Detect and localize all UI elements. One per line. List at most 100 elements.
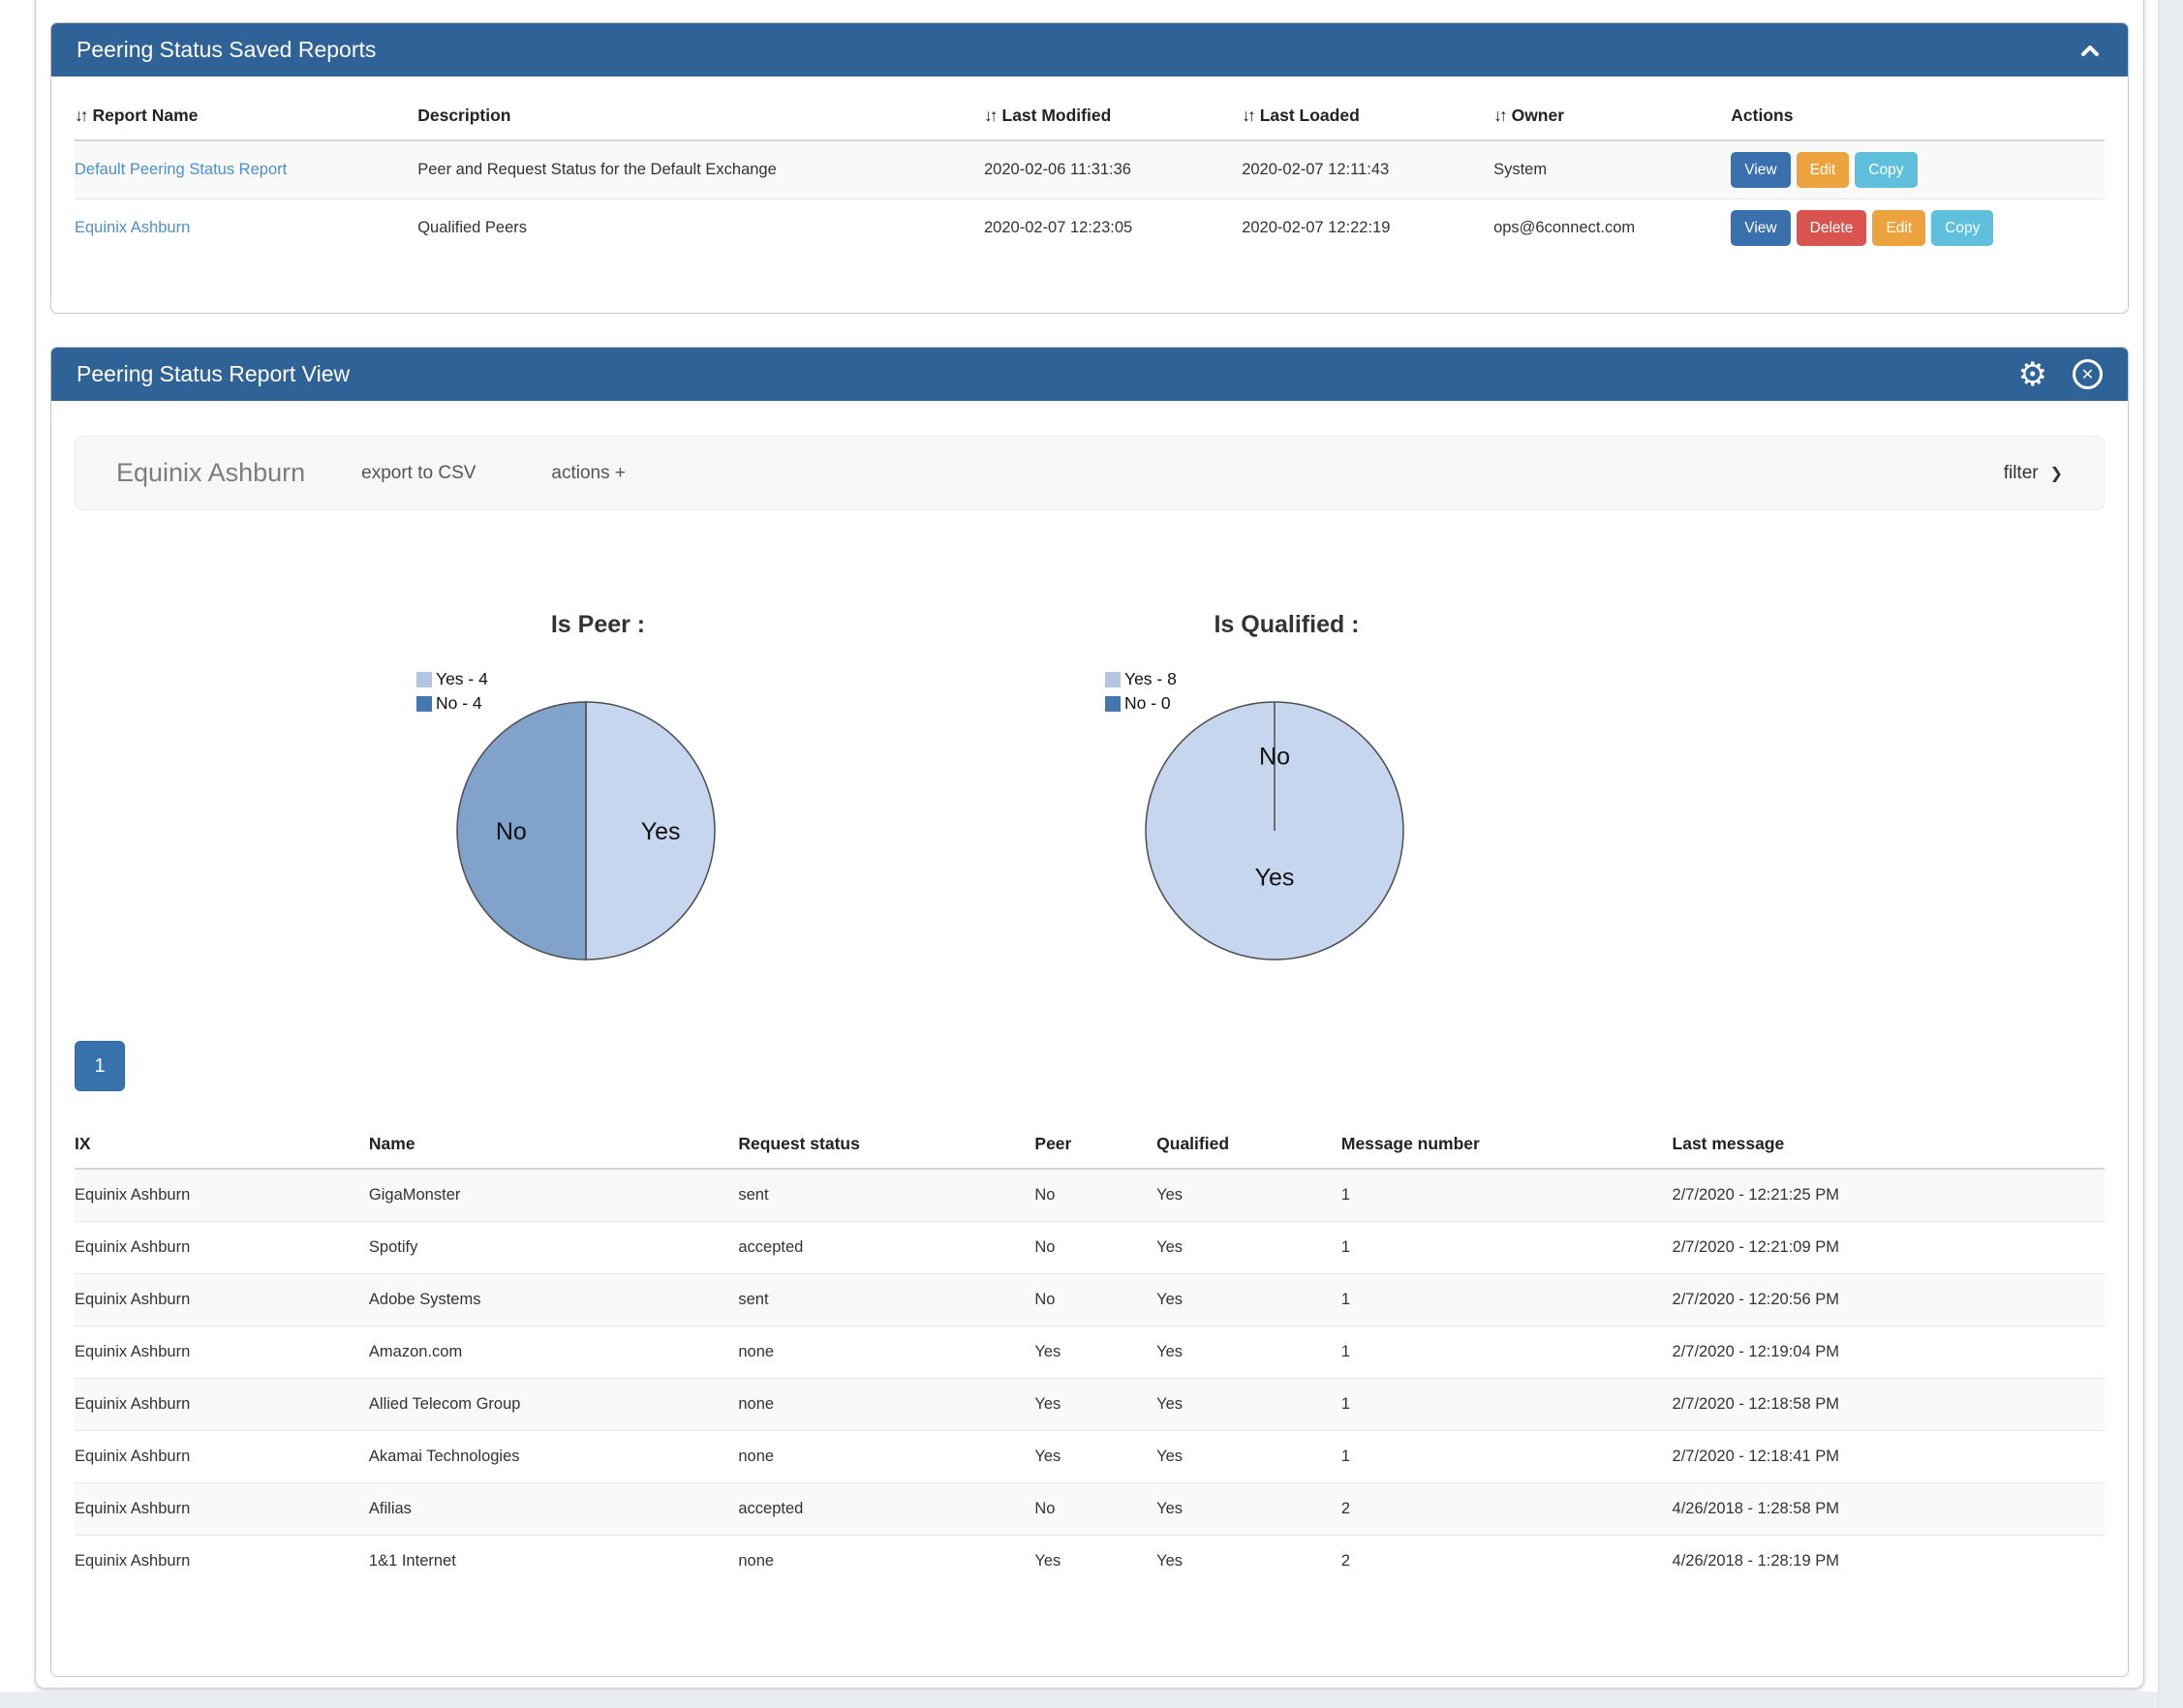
export-csv-link[interactable]: export to CSV (361, 463, 476, 484)
view-button[interactable]: View (1731, 210, 1790, 246)
page-1-button[interactable]: 1 (75, 1041, 125, 1091)
legend-swatch (416, 672, 432, 687)
copy-button[interactable]: Copy (1855, 152, 1917, 188)
qualified-cell: Yes (1156, 1535, 1341, 1587)
pie-slice-label-yes: Yes (1255, 865, 1295, 892)
sort-icon[interactable]: ↓↑ (984, 106, 996, 125)
report-view-header-icons: ⚙ ✕ (2018, 358, 2103, 391)
qualified-cell: Yes (1156, 1430, 1341, 1482)
name-cell: GigaMonster (369, 1169, 738, 1221)
column-label: Last Modified (1002, 106, 1112, 125)
message-number-cell: 1 (1341, 1326, 1673, 1378)
column-label: IX (75, 1134, 91, 1153)
column-label: Message number (1341, 1134, 1480, 1153)
charts-row: Is Peer : Yes - 4No - 4 YesNo Is Qualifi… (254, 582, 2105, 1037)
last-message-cell: 2/7/2020 - 12:18:41 PM (1673, 1430, 2105, 1482)
pie-slice-label-yes: Yes (641, 818, 681, 845)
saved-reports-title: Peering Status Saved Reports (77, 37, 376, 63)
report-name-link[interactable]: Equinix Ashburn (75, 219, 190, 236)
request-status-cell: none (738, 1326, 1034, 1378)
message-number-cell: 1 (1341, 1221, 1673, 1273)
edit-button[interactable]: Edit (1872, 210, 1925, 246)
column-header-message-number: Message number (1341, 1118, 1673, 1169)
report-view-body: Equinix Ashburn export to CSV actions + … (51, 436, 2128, 1676)
saved-reports-table: ↓↑Report NameDescription↓↑Last Modified↓… (75, 90, 2105, 257)
peer-cell: No (1034, 1273, 1156, 1326)
last-message-cell: 2/7/2020 - 12:20:56 PM (1673, 1273, 2105, 1326)
saved-report-row: Default Peering Status ReportPeer and Re… (75, 140, 2105, 198)
gear-icon[interactable]: ⚙ (2018, 358, 2047, 391)
qualified-cell: Yes (1156, 1221, 1341, 1273)
peer-row: Equinix AshburnAfiliasacceptedNoYes24/26… (75, 1482, 2105, 1535)
legend-item: Yes - 8 (1105, 667, 1177, 691)
request-status-cell: sent (738, 1169, 1034, 1221)
column-header-report-name[interactable]: ↓↑Report Name (75, 90, 417, 140)
column-header-request-status: Request status (738, 1118, 1034, 1169)
chevron-up-icon[interactable] (2077, 40, 2103, 61)
column-label: Request status (738, 1134, 859, 1153)
ix-cell: Equinix Ashburn (75, 1378, 369, 1430)
actions-cell: ViewEditCopy (1731, 140, 2105, 198)
peer-cell: Yes (1034, 1378, 1156, 1430)
peer-row: Equinix AshburnAmazon.comnoneYesYes12/7/… (75, 1326, 2105, 1378)
sort-icon[interactable]: ↓↑ (1493, 106, 1505, 125)
request-status-cell: accepted (738, 1482, 1034, 1535)
qualified-cell: Yes (1156, 1273, 1341, 1326)
column-label: Actions (1731, 106, 1793, 125)
report-name-cell: Default Peering Status Report (75, 140, 417, 198)
scroll-gutter[interactable] (2158, 0, 2183, 1708)
last-message-cell: 2/7/2020 - 12:18:58 PM (1673, 1378, 2105, 1430)
column-label: Last message (1673, 1134, 1785, 1153)
close-icon[interactable]: ✕ (2073, 359, 2103, 389)
report-view-panel-header: Peering Status Report View ⚙ ✕ (51, 348, 2128, 401)
column-label: Description (417, 106, 510, 125)
column-label: Last Loaded (1260, 106, 1360, 125)
request-status-cell: accepted (738, 1221, 1034, 1273)
last-modified-cell: 2020-02-07 12:23:05 (984, 198, 1242, 257)
peer-row: Equinix AshburnAkamai TechnologiesnoneYe… (75, 1430, 2105, 1482)
sort-icon[interactable]: ↓↑ (1242, 106, 1253, 125)
request-status-cell: none (738, 1430, 1034, 1482)
column-header-peer: Peer (1034, 1118, 1156, 1169)
actions-menu-link[interactable]: actions + (551, 463, 626, 484)
sort-icon[interactable]: ↓↑ (75, 106, 86, 125)
ix-cell: Equinix Ashburn (75, 1430, 369, 1482)
last-message-cell: 4/26/2018 - 1:28:58 PM (1673, 1482, 2105, 1535)
peer-cell: No (1034, 1482, 1156, 1535)
qualified-cell: Yes (1156, 1169, 1341, 1221)
delete-button[interactable]: Delete (1797, 210, 1867, 246)
request-status-cell: none (738, 1535, 1034, 1587)
is-qualified-chart-title: Is Qualified : (942, 582, 1631, 639)
actions-cell: ViewDeleteEditCopy (1731, 198, 2105, 257)
owner-cell: ops@6connect.com (1493, 198, 1731, 257)
column-header-last-modified[interactable]: ↓↑ Last Modified (984, 90, 1242, 140)
edit-button[interactable]: Edit (1797, 152, 1850, 188)
filter-label: filter (2004, 463, 2039, 484)
saved-reports-body: ↓↑Report NameDescription↓↑Last Modified↓… (51, 76, 2128, 313)
column-header-actions: Actions (1731, 90, 2105, 140)
report-name-link[interactable]: Default Peering Status Report (75, 161, 287, 178)
saved-reports-panel-header: Peering Status Saved Reports (51, 23, 2128, 76)
copy-button[interactable]: Copy (1931, 210, 1993, 246)
column-header-owner[interactable]: ↓↑Owner (1493, 90, 1731, 140)
name-cell: Allied Telecom Group (369, 1378, 738, 1430)
legend-swatch (1105, 696, 1121, 712)
peer-cell: No (1034, 1221, 1156, 1273)
legend-swatch (416, 696, 432, 712)
report-name-heading: Equinix Ashburn (116, 458, 305, 488)
ix-cell: Equinix Ashburn (75, 1221, 369, 1273)
view-button[interactable]: View (1731, 152, 1790, 188)
column-header-last-loaded[interactable]: ↓↑ Last Loaded (1242, 90, 1493, 140)
name-cell: Adobe Systems (369, 1273, 738, 1326)
legend-label: Yes - 8 (1124, 669, 1177, 689)
peer-cell: No (1034, 1169, 1156, 1221)
peer-status-header-row: IXNameRequest statusPeerQualifiedMessage… (75, 1118, 2105, 1169)
legend-item: Yes - 4 (416, 667, 488, 691)
page: Peering Status Saved Reports ↓↑Report Na… (0, 0, 2183, 1708)
filter-toggle[interactable]: filter ❯ (2004, 463, 2063, 484)
message-number-cell: 2 (1341, 1482, 1673, 1535)
column-header-last-message: Last message (1673, 1118, 2105, 1169)
ix-cell: Equinix Ashburn (75, 1169, 369, 1221)
qualified-cell: Yes (1156, 1326, 1341, 1378)
peer-cell: Yes (1034, 1535, 1156, 1587)
